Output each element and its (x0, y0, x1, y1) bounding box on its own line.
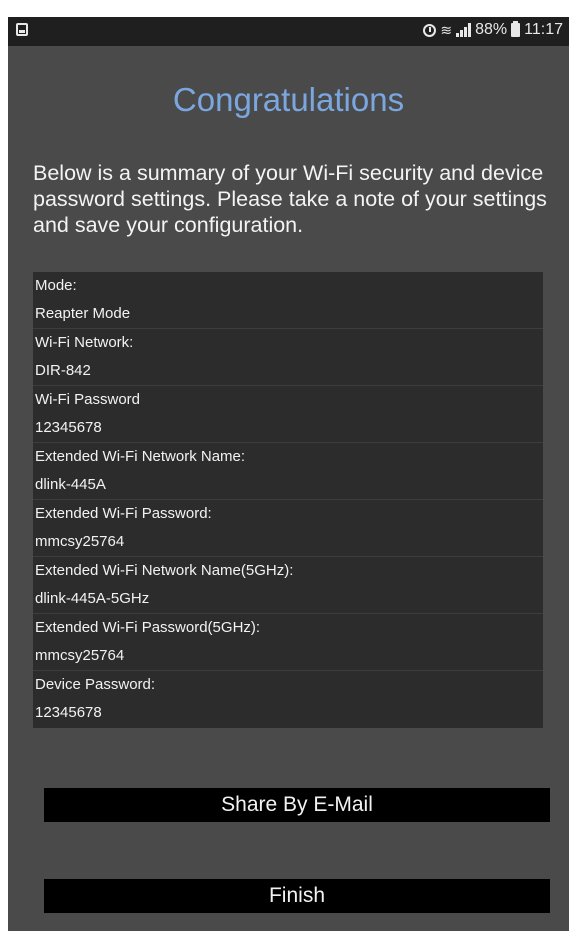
alarm-icon (423, 23, 437, 37)
screenshot-icon (16, 23, 28, 36)
finish-button[interactable]: Finish (44, 879, 550, 913)
settings-row-wifi-network: Wi-Fi Network: DIR-842 (33, 329, 543, 386)
signal-icon (456, 23, 472, 37)
setting-label: Mode: (35, 277, 77, 294)
wifi-icon: ≋ (440, 22, 453, 38)
setting-label: Extended Wi-Fi Password(5GHz): (35, 619, 261, 636)
share-by-email-button[interactable]: Share By E-Mail (44, 788, 550, 822)
battery-percent: 88% (475, 21, 508, 38)
setting-value: 12345678 (35, 704, 102, 721)
settings-row-extended-password-5ghz: Extended Wi-Fi Password(5GHz): mmcsy2576… (33, 614, 543, 671)
setting-value: dlink-445A (35, 476, 106, 493)
setting-label: Wi-Fi Network: (35, 334, 134, 351)
setting-value: Reapter Mode (35, 305, 131, 322)
setting-label: Extended Wi-Fi Network Name: (35, 448, 246, 465)
summary-text: Below is a summary of your Wi-Fi securit… (33, 161, 547, 237)
app-screen: ≋ 88% 11:17 Congratulations Below is a s… (8, 17, 569, 931)
setting-label: Extended Wi-Fi Password: (35, 505, 212, 522)
settings-row-extended-network: Extended Wi-Fi Network Name: dlink-445A (33, 443, 543, 500)
settings-row-extended-network-5ghz: Extended Wi-Fi Network Name(5GHz): dlink… (33, 557, 543, 614)
setting-label: Wi-Fi Password (35, 391, 141, 408)
settings-row-wifi-password: Wi-Fi Password 12345678 (33, 386, 543, 443)
status-bar: ≋ 88% 11:17 (8, 17, 569, 46)
setting-value: mmcsy25764 (35, 647, 125, 664)
settings-row-extended-password: Extended Wi-Fi Password: mmcsy25764 (33, 500, 543, 557)
status-time: 11:17 (524, 21, 563, 38)
status-icons: ≋ 88% 11:17 (423, 21, 563, 39)
setting-label: Extended Wi-Fi Network Name(5GHz): (35, 562, 294, 579)
setting-value: DIR-842 (35, 362, 91, 379)
setting-value: mmcsy25764 (35, 533, 125, 550)
settings-row-mode: Mode: Reapter Mode (33, 272, 543, 329)
page-title: Congratulations (172, 81, 405, 118)
battery-icon (511, 21, 521, 37)
settings-summary-table: Mode: Reapter Mode Wi-Fi Network: DIR-84… (33, 272, 543, 728)
setting-value: dlink-445A-5GHz (35, 590, 150, 607)
setting-label: Device Password: (35, 676, 156, 693)
settings-row-device-password: Device Password: 12345678 (33, 671, 543, 728)
setting-value: 12345678 (35, 419, 102, 436)
